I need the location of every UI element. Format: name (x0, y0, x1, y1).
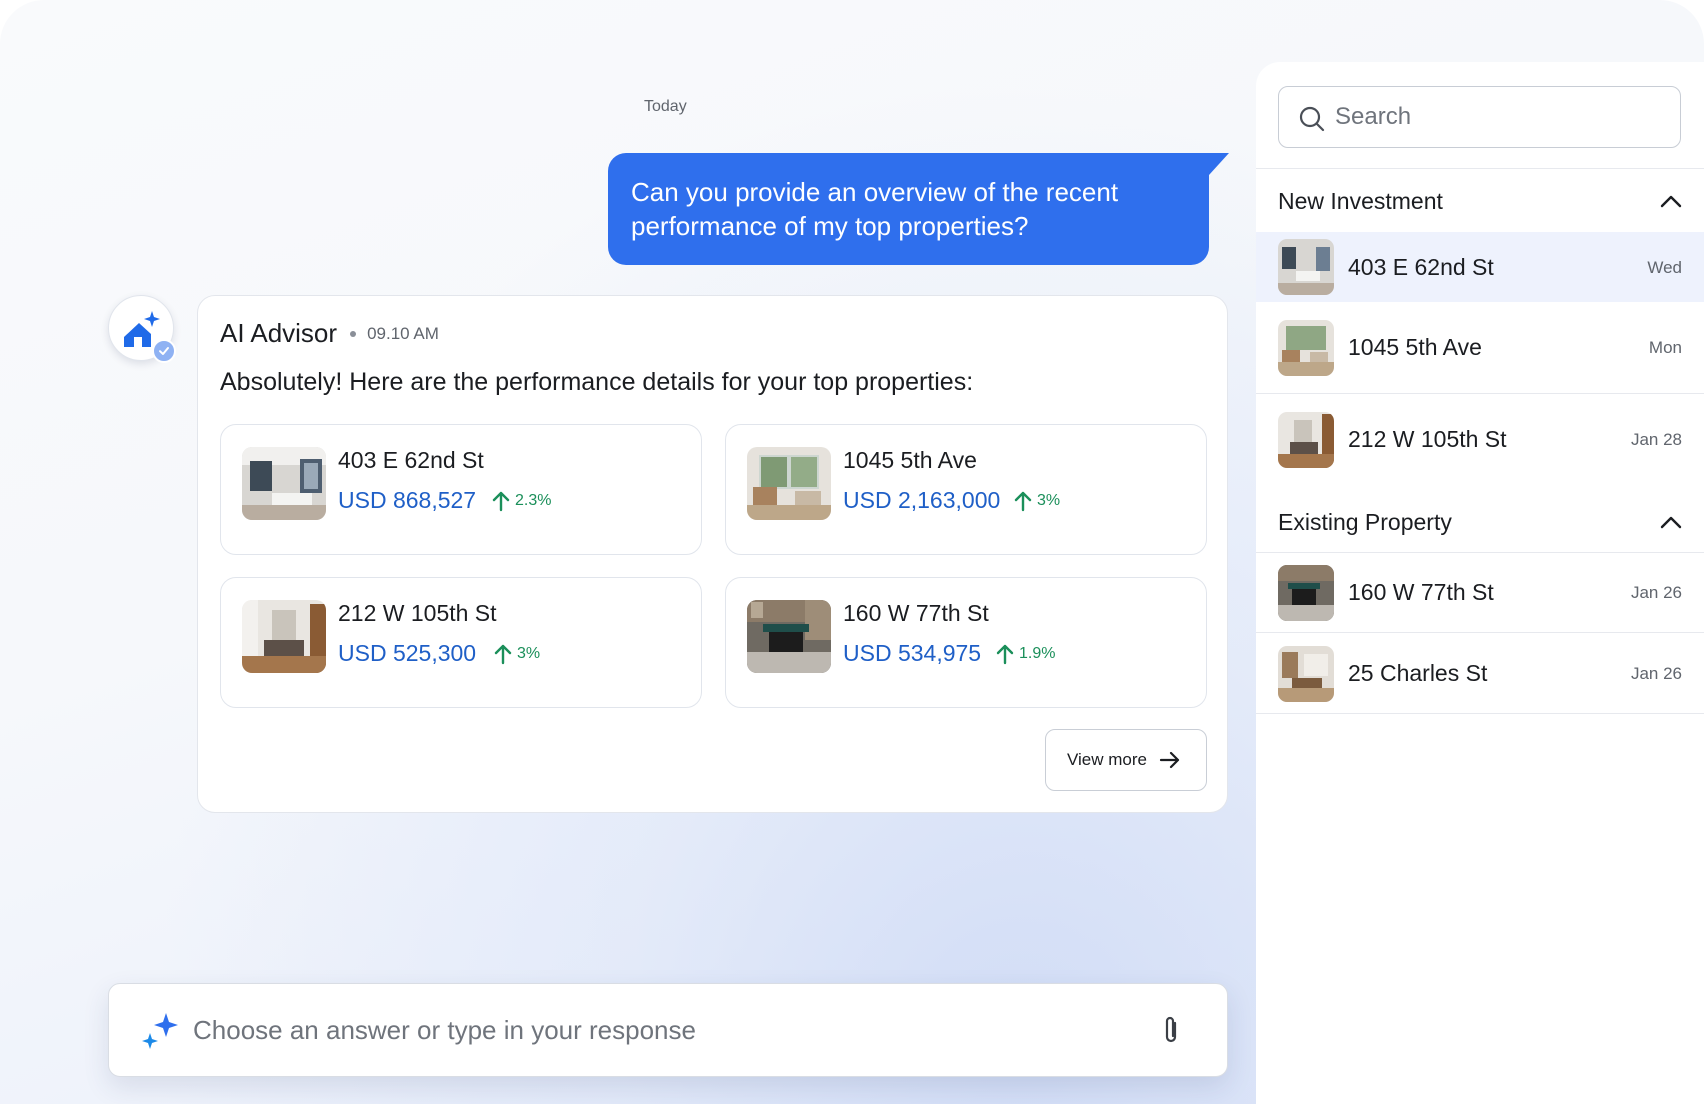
property-thumbnail (1278, 412, 1334, 468)
sidebar-item-date: Wed (1647, 258, 1682, 277)
property-change: 1.9% (995, 640, 1055, 668)
property-change: 2.3% (491, 487, 551, 515)
property-change-value: 2.3% (515, 492, 552, 509)
property-thumbnail (1278, 565, 1334, 621)
arrow-up-icon (494, 644, 512, 665)
advisor-message-card: AI Advisor 09.10 AM Absolutely! Here are… (197, 295, 1228, 813)
property-change-value: 3% (1037, 492, 1061, 509)
arrow-right-icon (1159, 751, 1180, 769)
property-card-403-e-62nd[interactable]: 403 E 62nd St USD 868,527 2.3% (220, 424, 702, 555)
sidebar-item-403-e-62nd[interactable]: 403 E 62nd St Wed (1256, 232, 1704, 302)
chevron-up-icon (1660, 195, 1682, 208)
view-more-button[interactable]: View more (1045, 729, 1207, 791)
property-name: 160 W 77th St (843, 600, 989, 626)
section-header-new-investment[interactable]: New Investment (1278, 181, 1682, 221)
sidebar-item-name: 1045 5th Ave (1348, 334, 1482, 360)
date-divider: Today (644, 98, 687, 115)
arrow-up-icon (996, 644, 1014, 665)
property-change: 3% (493, 640, 540, 668)
dot-separator (350, 330, 357, 337)
bubble-tail (1209, 153, 1229, 175)
property-thumbnail (747, 600, 831, 673)
property-name: 212 W 105th St (338, 600, 497, 626)
divider (1256, 168, 1704, 169)
sidebar-item-212-w-105th[interactable]: 212 W 105th St Jan 28 (1256, 394, 1704, 486)
check-badge-icon (159, 347, 169, 355)
response-input[interactable] (193, 1006, 1073, 1054)
property-price: USD 868,527 (338, 487, 477, 513)
property-thumbnail (1278, 646, 1334, 702)
sidebar-item-date: Jan 28 (1630, 430, 1682, 449)
section-title: Existing Property (1278, 508, 1452, 535)
search-icon (1299, 106, 1325, 132)
sidebar-item-name: 25 Charles St (1348, 660, 1488, 686)
property-card-1045-5th[interactable]: 1045 5th Ave USD 2,163,000 3% (725, 424, 1207, 555)
message-composer (108, 983, 1228, 1077)
property-sidebar: New Investment 403 E 62nd St Wed (1256, 62, 1704, 1104)
property-thumbnail (747, 447, 831, 520)
sidebar-item-1045-5th[interactable]: 1045 5th Ave Mon (1256, 302, 1704, 394)
user-message-bubble: Can you provide an overview of the recen… (608, 153, 1229, 265)
advisor-intro-text: Absolutely! Here are the performance det… (220, 368, 974, 396)
property-name: 403 E 62nd St (338, 447, 484, 473)
property-price: USD 525,300 (338, 640, 477, 666)
property-price: USD 2,163,000 (843, 487, 1001, 513)
property-thumbnail (242, 600, 326, 673)
property-change-value: 1.9% (1019, 645, 1056, 662)
sidebar-item-25-charles[interactable]: 25 Charles St Jan 26 (1256, 634, 1704, 714)
property-card-160-w-77th[interactable]: 160 W 77th St USD 534,975 1.9% (725, 577, 1207, 708)
property-change: 3% (1013, 487, 1060, 515)
user-message-text: Can you provide an overview of the recen… (631, 177, 1119, 241)
arrow-up-icon (492, 491, 510, 512)
property-name: 1045 5th Ave (843, 447, 977, 473)
sidebar-item-date: Jan 26 (1630, 583, 1682, 602)
message-time: 09.10 AM (367, 323, 439, 343)
search-input[interactable] (1335, 97, 1665, 137)
property-thumbnail (1278, 320, 1334, 376)
property-change-value: 3% (517, 645, 541, 662)
sparkle-icon (142, 1013, 178, 1049)
sidebar-search (1278, 86, 1681, 148)
sidebar-item-name: 212 W 105th St (1348, 426, 1507, 452)
paperclip-icon[interactable] (1161, 1014, 1181, 1046)
sidebar-item-name: 403 E 62nd St (1348, 254, 1494, 280)
view-more-label: View more (1067, 750, 1147, 769)
arrow-up-icon (1014, 491, 1032, 512)
section-header-existing-property[interactable]: Existing Property (1278, 502, 1682, 542)
sidebar-item-date: Mon (1648, 338, 1682, 357)
property-card-212-w-105th[interactable]: 212 W 105th St USD 525,300 3% (220, 577, 702, 708)
app-window: Today Can you provide an overview of the… (0, 0, 1704, 1104)
section-title: New Investment (1278, 187, 1443, 214)
sidebar-item-name: 160 W 77th St (1348, 579, 1494, 605)
advisor-header: AI Advisor 09.10 AM (220, 318, 439, 349)
chevron-up-icon (1660, 516, 1682, 529)
sidebar-item-date: Jan 26 (1630, 664, 1682, 683)
property-thumbnail (1278, 239, 1334, 295)
property-thumbnail (242, 447, 326, 520)
verified-badge (152, 339, 176, 363)
advisor-avatar (108, 295, 176, 363)
advisor-name: AI Advisor (220, 318, 338, 348)
sidebar-item-160-w-77th[interactable]: 160 W 77th St Jan 26 (1256, 553, 1704, 633)
property-price: USD 534,975 (843, 640, 982, 666)
